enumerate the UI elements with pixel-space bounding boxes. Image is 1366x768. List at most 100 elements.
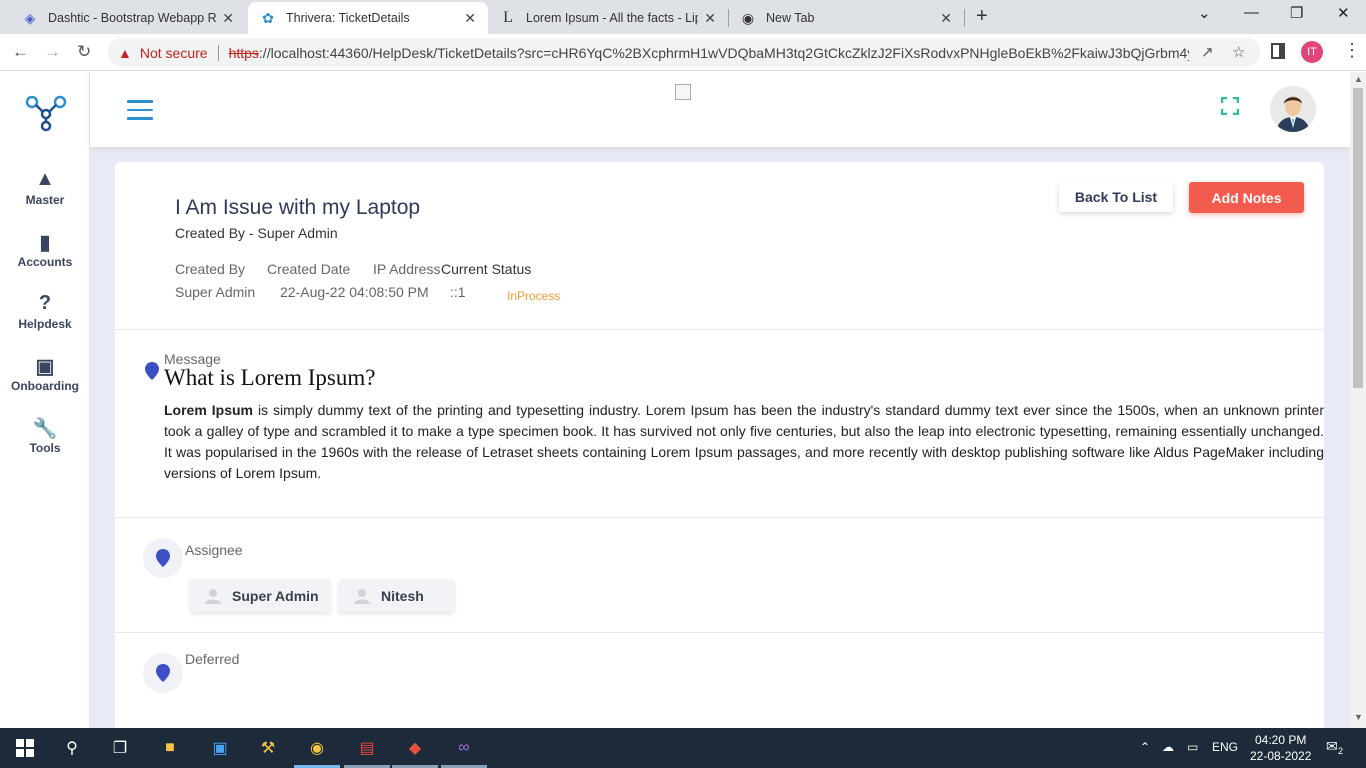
tab-dashtic[interactable]: ◈ Dashtic - Bootstrap Webapp Resp ✕ xyxy=(10,2,246,34)
assignee-chip[interactable]: Super Admin xyxy=(190,579,330,612)
meta-header-created-date: Created Date xyxy=(267,261,351,277)
tab-close-icon[interactable]: ✕ xyxy=(222,10,234,27)
meta-header-current-status: Current Status xyxy=(441,261,532,277)
tab-new-tab[interactable]: ◉ New Tab ✕ xyxy=(728,2,964,34)
sidebar-item-label: Accounts xyxy=(17,255,73,269)
git-app-icon[interactable]: ◆ xyxy=(402,735,428,761)
tab-search-chevron-icon[interactable]: ⌄ xyxy=(1198,4,1211,22)
tab-lipsum[interactable]: L Lorem Ipsum - All the facts - Lips ✕ xyxy=(488,2,728,34)
ticket-card: I Am Issue with my Laptop Created By - S… xyxy=(115,162,1324,728)
language-indicator[interactable]: ENG xyxy=(1212,740,1238,754)
scroll-down-arrow-icon[interactable]: ▼ xyxy=(1354,712,1363,722)
hamburger-menu-icon[interactable] xyxy=(127,100,153,120)
add-notes-button[interactable]: Add Notes xyxy=(1189,182,1304,213)
file-explorer-icon[interactable]: ■ xyxy=(157,735,183,761)
tools-app-icon[interactable]: ⚒ xyxy=(255,735,281,761)
app-window-icon[interactable]: ▣ xyxy=(207,735,233,761)
tab-label: New Tab xyxy=(766,11,815,25)
tab-close-icon[interactable]: ✕ xyxy=(704,10,716,27)
back-to-list-button[interactable]: Back To List xyxy=(1059,182,1173,212)
network-icon[interactable]: ▭ xyxy=(1187,740,1198,754)
address-bar[interactable]: ▲ Not secure https ://localhost:44360/He… xyxy=(108,38,1260,67)
windows-taskbar: ⚲ ❐ ■ ▣ ⚒ ◉ ▤ ◆ ∞ ⌃ ☁ ▭ ENG 04:20 PM 22-… xyxy=(0,728,1366,768)
forward-arrow-icon[interactable]: → xyxy=(44,42,61,62)
sidebar-item-label: Master xyxy=(25,193,65,207)
sidebar-item-onboarding[interactable]: ▣ Onboarding xyxy=(0,354,90,393)
user-avatar[interactable] xyxy=(1270,86,1316,132)
fullscreen-icon[interactable] xyxy=(1221,97,1239,115)
deferred-pin xyxy=(143,653,183,693)
visual-studio-icon[interactable]: ∞ xyxy=(451,735,477,761)
browser-tab-bar: ◈ Dashtic - Bootstrap Webapp Resp ✕ ✿ Th… xyxy=(0,0,1366,34)
tab-thrivera[interactable]: ✿ Thrivera: TicketDetails ✕ xyxy=(248,2,488,34)
ticket-header: I Am Issue with my Laptop Created By - S… xyxy=(115,162,1324,330)
windows-start-icon[interactable] xyxy=(12,735,38,761)
cloud-sync-icon[interactable]: ☁ xyxy=(1162,740,1174,754)
meta-value-ip-address: ::1 xyxy=(450,284,466,300)
task-view-icon[interactable]: ❐ xyxy=(107,735,133,761)
chrome-icon[interactable]: ◉ xyxy=(304,735,330,761)
chrome-favicon-icon: ◉ xyxy=(741,9,755,26)
sidebar-item-accounts[interactable]: ▮ Accounts xyxy=(0,230,90,269)
message-heading: What is Lorem Ipsum? xyxy=(164,365,376,390)
assignee-label: Assignee xyxy=(185,542,243,558)
side-panel-icon[interactable] xyxy=(1271,43,1285,59)
bookmark-star-icon[interactable]: ☆ xyxy=(1232,43,1245,61)
meta-header-ip-address: IP Address xyxy=(373,261,441,277)
ticket-title: I Am Issue with my Laptop xyxy=(175,196,421,219)
meta-header-created-by: Created By xyxy=(175,261,246,277)
taskbar-clock[interactable]: 04:20 PM 22-08-2022 xyxy=(1250,732,1311,764)
omnibox-divider xyxy=(217,44,219,61)
ticket-created-by-line: Created By - Super Admin xyxy=(175,225,338,241)
bus-icon: ▣ xyxy=(35,356,55,378)
back-arrow-icon[interactable]: ← xyxy=(12,42,29,62)
restore-icon[interactable]: ❐ xyxy=(1290,4,1303,22)
more-menu-icon[interactable]: ⋮ xyxy=(1343,40,1361,61)
browser-toolbar: ← → ↻ ▲ Not secure https ://localhost:44… xyxy=(0,34,1366,71)
profile-avatar[interactable]: IT xyxy=(1301,41,1323,63)
assignee-chip[interactable]: Nitesh xyxy=(339,579,454,612)
scroll-up-arrow-icon[interactable]: ▲ xyxy=(1354,74,1363,84)
tab-separator xyxy=(964,9,965,27)
map-pin-icon xyxy=(156,664,170,682)
deferred-section: Deferred xyxy=(115,633,1324,728)
url-scheme: https xyxy=(228,44,259,61)
tab-close-icon[interactable]: ✕ xyxy=(940,10,952,27)
sidebar: ▲ Master ▮ Accounts ? Helpdesk ▣ Onboard… xyxy=(0,72,90,728)
meta-value-created-date: 22-Aug-22 04:08:50 PM xyxy=(280,284,429,300)
assignee-name: Super Admin xyxy=(232,587,319,604)
tab-label: Thrivera: TicketDetails xyxy=(286,11,410,25)
tray-chevron-icon[interactable]: ⌃ xyxy=(1140,740,1150,754)
sidebar-item-helpdesk[interactable]: ? Helpdesk xyxy=(0,292,90,331)
assignee-section: Assignee Super Admin Nitesh xyxy=(115,518,1324,633)
sidebar-item-master[interactable]: ▲ Master xyxy=(0,168,90,207)
thrivera-favicon-icon: ✿ xyxy=(262,9,274,26)
notification-icon[interactable]: ✉ xyxy=(1326,738,1338,755)
app-shell: ▲ Master ▮ Accounts ? Helpdesk ▣ Onboard… xyxy=(0,72,1350,728)
new-tab-plus-icon[interactable]: + xyxy=(976,5,988,28)
reload-icon[interactable]: ↻ xyxy=(77,42,91,62)
dashtic-favicon-icon: ◈ xyxy=(24,9,36,26)
wrench-icon: 🔧 xyxy=(32,418,58,440)
page-scrollbar[interactable]: ▲ ▼ xyxy=(1350,72,1366,728)
message-body: Lorem Ipsum is simply dummy text of the … xyxy=(164,400,1324,484)
notification-count: 2 xyxy=(1338,746,1344,756)
assignee-pin xyxy=(143,538,183,578)
book-icon: ▮ xyxy=(39,232,51,254)
close-window-icon[interactable]: ✕ xyxy=(1337,4,1350,22)
graduation-cap-icon: ▲ xyxy=(35,168,55,190)
sidebar-item-tools[interactable]: 🔧 Tools xyxy=(0,416,90,455)
map-pin-icon xyxy=(145,362,159,380)
assignee-name: Nitesh xyxy=(381,587,424,604)
scrollbar-thumb[interactable] xyxy=(1353,88,1363,388)
minimize-icon[interactable]: — xyxy=(1244,4,1259,21)
tab-label: Dashtic - Bootstrap Webapp Resp xyxy=(48,11,217,25)
question-icon: ? xyxy=(38,292,52,314)
share-icon[interactable]: ↗ xyxy=(1201,43,1214,61)
warning-triangle-icon: ▲ xyxy=(118,44,132,61)
sidebar-item-label: Helpdesk xyxy=(18,317,72,331)
database-app-icon[interactable]: ▤ xyxy=(354,735,380,761)
tab-close-icon[interactable]: ✕ xyxy=(464,10,476,27)
broken-image-icon xyxy=(675,84,691,100)
search-icon[interactable]: ⚲ xyxy=(59,735,85,761)
